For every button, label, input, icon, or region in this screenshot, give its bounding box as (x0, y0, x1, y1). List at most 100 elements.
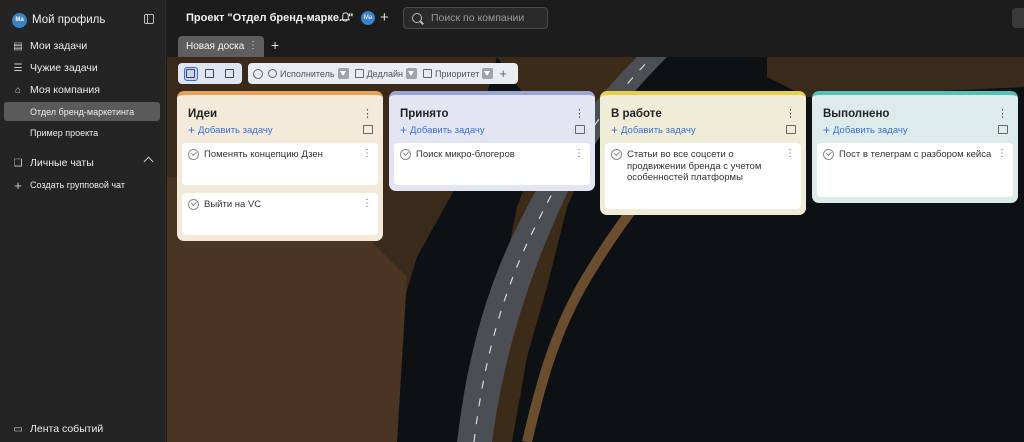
sidebar-collapse-icon[interactable] (144, 14, 154, 24)
plus-icon: + (400, 123, 408, 137)
column-ideas: Идеи ⋮ + Добавить задачу Поменять концеп… (177, 91, 383, 241)
add-filter-button[interactable]: + (499, 66, 507, 81)
column-title: В работе (611, 107, 662, 120)
task-title: Поменять концепцию Дзен (204, 149, 323, 160)
task-card[interactable]: Поменять концепцию Дзен ⋮ (182, 143, 378, 185)
plus-icon: + (611, 123, 619, 137)
profile-link[interactable]: Ma Мой профиль (12, 10, 160, 30)
column-title: Выполнено (823, 107, 890, 120)
search-icon (412, 13, 422, 23)
check-circle-icon[interactable] (188, 199, 199, 210)
tab-label: Новая доска (186, 41, 245, 52)
more-icon[interactable]: ⋮ (362, 148, 372, 160)
column-header: Выполнено (812, 104, 1018, 123)
panel-toggle-button[interactable] (1012, 8, 1024, 28)
column-settings-icon[interactable] (363, 125, 373, 134)
profile-name: Мой профиль (32, 14, 106, 26)
task-card[interactable]: Выйти на VC ⋮ (182, 193, 378, 235)
more-icon[interactable]: ⋮ (785, 107, 796, 120)
more-icon[interactable]: ⋮ (362, 198, 372, 210)
add-task-button[interactable]: + Добавить задачу (812, 123, 1018, 137)
task-title: Статьи во все соцсети о продвижении брен… (627, 149, 762, 183)
chat-icon: ❏ (13, 157, 23, 169)
column-title: Идеи (188, 107, 218, 120)
add-task-label: Добавить задачу (621, 124, 696, 136)
priority-icon (423, 69, 432, 78)
calendar-view-button[interactable] (203, 67, 217, 81)
kanban-icon (186, 69, 196, 78)
feed-icon: ▭ (13, 423, 23, 435)
check-circle-icon[interactable] (188, 149, 199, 160)
add-task-button[interactable]: + Добавить задачу (600, 123, 806, 137)
filter-deadline[interactable]: Дедлайн (354, 68, 417, 79)
kanban-view-button[interactable] (183, 66, 198, 81)
bell-icon[interactable] (340, 12, 351, 23)
column-header: В работе (600, 104, 806, 123)
column-settings-icon[interactable] (786, 125, 796, 134)
tab-new-board[interactable]: Новая доска ⋮ (178, 36, 264, 57)
more-icon[interactable]: ⋮ (574, 107, 585, 120)
sidebar: Ma Мой профиль ▤ Мои задачи ☰ Чужие зада… (0, 0, 166, 442)
sidebar-project-brand-marketing[interactable]: Отдел бренд-маркетинга (4, 102, 160, 121)
column-settings-icon[interactable] (575, 125, 585, 134)
filter-bar: Исполнитель Дедлайн Приоритет + (248, 63, 518, 84)
task-card[interactable]: Пост в телеграм с разбором кейса ⋮ (817, 143, 1013, 197)
check-circle-icon[interactable] (823, 149, 834, 160)
filter-label: Исполнитель (280, 68, 335, 79)
project-title[interactable]: Проект "Отдел бренд-марке..." (186, 12, 353, 24)
column-title: Принято (400, 107, 449, 120)
sidebar-item-my-tasks[interactable]: ▤ Мои задачи (12, 37, 160, 55)
calendar-icon (205, 69, 215, 78)
check-circle-icon[interactable] (611, 149, 622, 160)
check-circle-icon[interactable] (400, 149, 411, 160)
sidebar-item-others-tasks[interactable]: ☰ Чужие задачи (12, 59, 160, 77)
add-task-label: Добавить задачу (410, 124, 485, 136)
member-avatar[interactable]: Ma (361, 11, 375, 25)
funnel-icon (406, 68, 417, 79)
more-icon[interactable]: ⋮ (785, 148, 795, 160)
user-icon (268, 69, 277, 78)
sidebar-item-label: Чужие задачи (30, 62, 98, 74)
more-icon[interactable]: ⋮ (574, 148, 584, 160)
event-feed-link[interactable]: ▭ Лента событий (12, 423, 103, 435)
create-group-chat-button[interactable]: + Создать групповой чат (12, 176, 160, 194)
task-title: Выйти на VC (204, 199, 262, 210)
add-board-button[interactable]: + (271, 37, 279, 53)
column-settings-icon[interactable] (998, 125, 1008, 134)
topbar: Проект "Отдел бренд-марке..." Ma + Поиск… (167, 0, 1024, 36)
sidebar-item-my-company[interactable]: ⌂ Моя компания (12, 81, 160, 99)
list-icon: ☰ (13, 62, 23, 74)
add-member-icon[interactable]: + (380, 9, 389, 26)
more-icon[interactable]: ⋮ (997, 148, 1007, 160)
task-card[interactable]: Статьи во все соцсети о продвижении брен… (605, 143, 801, 209)
add-task-label: Добавить задачу (198, 124, 273, 136)
more-icon[interactable]: ⋮ (362, 107, 373, 120)
sidebar-item-label: Личные чаты (30, 157, 94, 169)
filter-priority[interactable]: Приоритет (423, 68, 494, 79)
chevron-up-icon[interactable] (143, 156, 154, 167)
sidebar-project-example[interactable]: Пример проекта (4, 123, 160, 142)
column-header: Идеи (177, 104, 383, 123)
column-accepted: Принято ⋮ + Добавить задачу Поиск микро-… (389, 91, 595, 191)
settings-icon[interactable] (253, 68, 263, 79)
board-tabs: Новая доска ⋮ + (167, 36, 1024, 57)
filter-assignee[interactable]: Исполнитель (268, 68, 349, 79)
sidebar-item-personal-chats[interactable]: ❏ Личные чаты (12, 154, 160, 172)
filter-label: Приоритет (435, 68, 480, 79)
company-icon: ⌂ (14, 84, 22, 96)
plus-icon: + (188, 123, 196, 137)
event-feed-label: Лента событий (30, 423, 104, 435)
search-placeholder: Поиск по компании (431, 12, 525, 24)
avatar: Ma (12, 12, 27, 28)
calendar-icon (354, 69, 364, 78)
more-icon[interactable]: ⋮ (997, 107, 1008, 120)
column-header: Принято (389, 104, 595, 123)
add-task-button[interactable]: + Добавить задачу (389, 123, 595, 137)
gantt-view-button[interactable] (222, 67, 236, 81)
task-card[interactable]: Поиск микро-блогеров ⋮ (394, 143, 590, 185)
add-task-button[interactable]: + Добавить задачу (177, 123, 383, 137)
more-icon[interactable]: ⋮ (248, 40, 258, 51)
column-in-progress: В работе ⋮ + Добавить задачу Статьи во в… (600, 91, 806, 215)
tasks-icon: ▤ (13, 40, 23, 52)
search-input[interactable]: Поиск по компании (403, 7, 548, 29)
